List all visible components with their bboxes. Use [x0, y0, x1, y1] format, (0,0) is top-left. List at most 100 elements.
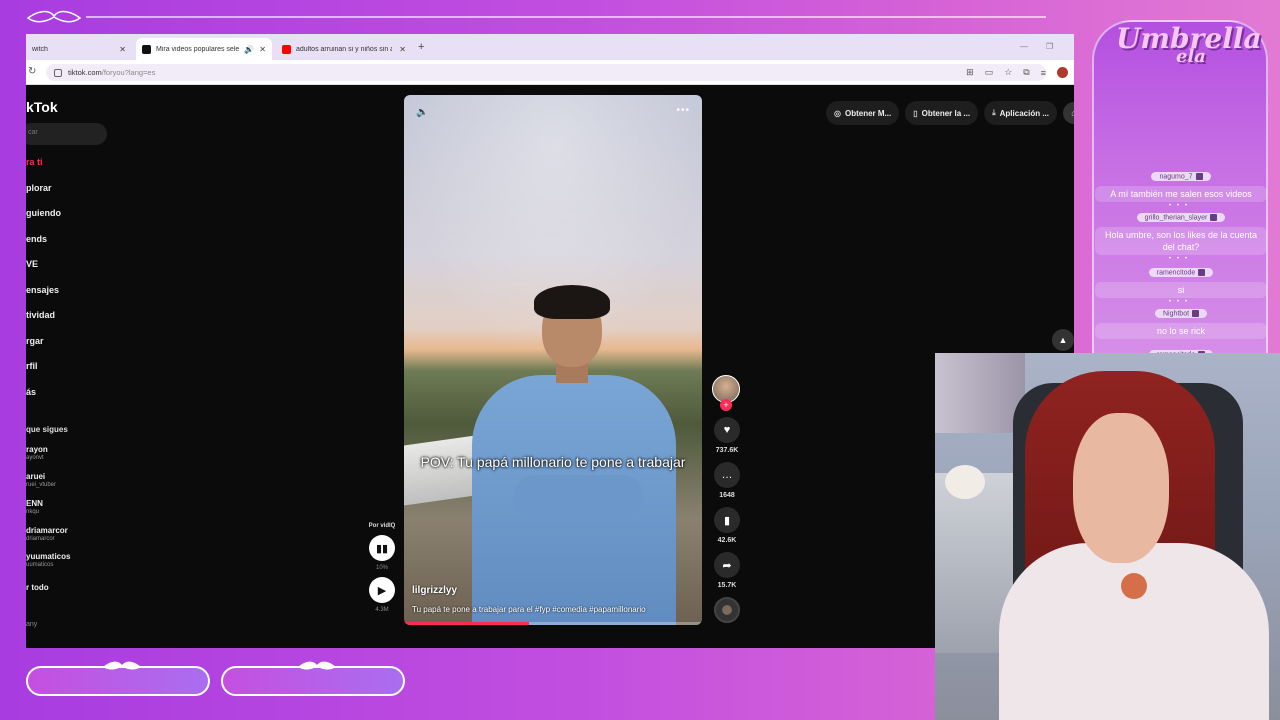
address-bar: ↻ tiktok.com/foryou?lang=es ⊞ ▭ ☆ ⧉ ≡ — [26, 60, 1074, 85]
nav-upload[interactable]: rgar — [26, 336, 44, 346]
nav-live[interactable]: VE — [26, 259, 38, 269]
get-coins-button[interactable]: ◎ Obtener M... — [826, 101, 900, 125]
badge-icon — [1198, 268, 1206, 276]
tab-label: adultos arruinan si y niños sin a — [296, 45, 392, 53]
chat-username: nagumo_7 — [1151, 171, 1211, 181]
vidiq-views: 4.3M — [375, 607, 389, 613]
button-label: Obtener M... — [844, 108, 892, 118]
close-icon[interactable]: ✕ — [399, 45, 406, 54]
maximize-icon[interactable]: ❐ — [1046, 42, 1053, 51]
following-accounts-title: que sigues — [26, 425, 68, 434]
tab-youtube[interactable]: adultos arruinan si y niños sin a ✕ — [276, 38, 412, 60]
nav-explore[interactable]: plorar — [26, 183, 52, 193]
save-button[interactable]: ▮ 42.6K — [709, 507, 745, 544]
share-icon: ➦ — [714, 552, 740, 578]
chat-message: Nightbot no lo se rick — [1095, 302, 1267, 339]
chat-message: nagumo_7 A mí también me salen esos vide… — [1095, 165, 1267, 209]
account-handle: uumaticos — [26, 562, 54, 568]
webcam-streamer-body — [999, 543, 1269, 720]
video-progress-bar[interactable] — [404, 622, 702, 625]
url-input[interactable]: tiktok.com/foryou?lang=es — [46, 64, 1046, 81]
webcam-feed — [935, 353, 1280, 720]
nav-for-you[interactable]: ra ti — [26, 157, 43, 167]
follow-plus-icon[interactable]: + — [720, 399, 732, 411]
vidiq-label: Por vidIQ — [368, 523, 396, 529]
nav-following[interactable]: guiendo — [26, 208, 61, 218]
sound-disc-icon[interactable] — [714, 597, 740, 623]
nav-friends[interactable]: ends — [26, 234, 47, 244]
account-handle: ruei_vtuber — [26, 482, 57, 488]
webcam-curtain — [935, 353, 1025, 433]
company-link[interactable]: any — [26, 621, 37, 628]
chat-message: grillo_therian_slayer Hola umbre, son lo… — [1095, 206, 1267, 262]
chat-username: ramencitode — [1148, 267, 1214, 277]
vidiq-panel: Por vidIQ ▮▮ 10% ▶ 4.3M — [362, 523, 402, 613]
volume-icon[interactable]: 🔈 — [416, 107, 428, 118]
comment-button[interactable]: … 1648 — [709, 462, 745, 499]
tab-tiktok[interactable]: Mira videos populares sele 🔊 ✕ — [136, 38, 272, 60]
minimize-icon[interactable]: — — [1020, 42, 1028, 51]
chevron-up-icon[interactable]: ▲ — [1052, 329, 1074, 351]
nav-messages[interactable]: ensajes — [26, 285, 59, 295]
tab-twitch[interactable]: witch ✕ — [26, 38, 132, 60]
see-all-link[interactable]: r todo — [26, 583, 49, 592]
following-account[interactable]: rayon ayonvt — [26, 445, 48, 461]
user-avatar[interactable]: ⌂ — [1062, 102, 1074, 124]
save-count: 42.6K — [717, 537, 737, 544]
tab-bar: witch ✕ Mira videos populares sele 🔊 ✕ a… — [26, 34, 1074, 60]
bottom-banner-right — [221, 661, 405, 696]
username-text: Nightbot — [1162, 310, 1190, 317]
chat-text: no lo se rick — [1095, 323, 1267, 339]
username-text: nagumo_7 — [1159, 173, 1193, 180]
url-path: /foryou?lang=es — [101, 68, 156, 77]
webcam-pendant — [1121, 573, 1147, 599]
video-player[interactable]: 🔈 ••• POV: Tu papá millonario te pone a … — [404, 95, 702, 625]
speaker-icon[interactable]: 🔊 — [244, 45, 254, 54]
badge-icon — [1210, 213, 1218, 221]
tab-label: Mira videos populares sele — [156, 45, 240, 53]
bookmark-star-icon[interactable]: ☆ — [1004, 67, 1012, 78]
get-app-button[interactable]: ▯ Obtener la ... — [905, 101, 979, 125]
media-icon[interactable]: ≡ — [1041, 68, 1046, 78]
download-icon: ⤓ — [992, 108, 996, 117]
close-icon[interactable]: ✕ — [119, 45, 126, 54]
share-button[interactable]: ➦ 15.7K — [709, 552, 745, 589]
channel-logo-sub: ela — [1176, 46, 1206, 67]
nav-profile[interactable]: rfil — [26, 361, 38, 371]
mustache-icon — [103, 661, 141, 670]
tab-label: witch — [32, 45, 48, 53]
video-person-arms — [514, 475, 644, 519]
chat-text: A mí también me salen esos videos — [1095, 186, 1267, 202]
following-account[interactable]: ENN nkqu — [26, 499, 43, 515]
search-input[interactable]: car — [26, 123, 107, 145]
like-button[interactable]: ♥ 737.6K — [709, 417, 745, 454]
new-tab-plus-icon[interactable]: + — [418, 41, 424, 53]
badge-icon — [1195, 172, 1203, 180]
cast-icon[interactable]: ▭ — [985, 67, 994, 78]
chat-text: si — [1095, 282, 1267, 298]
chat-username: Nightbot — [1154, 308, 1208, 318]
following-account[interactable]: driamarcor driamarcor — [26, 526, 68, 542]
play-icon[interactable]: ▶ — [369, 577, 395, 603]
translate-icon[interactable]: ⊞ — [966, 67, 974, 78]
desktop-app-button[interactable]: ⤓ Aplicación ... — [984, 101, 1057, 125]
reload-icon[interactable]: ↻ — [28, 66, 36, 77]
video-author[interactable]: lilgrizzlyy — [412, 585, 457, 596]
tiktok-icon — [142, 44, 151, 54]
share-count: 15.7K — [717, 582, 737, 589]
extension-icons: ⊞ ▭ ☆ ⧉ ≡ — [966, 64, 1068, 81]
more-options-icon[interactable]: ••• — [676, 105, 690, 116]
browser-window: witch ✕ Mira videos populares sele 🔊 ✕ a… — [26, 34, 1074, 648]
close-icon[interactable]: ✕ — [259, 45, 266, 54]
profile-avatar[interactable] — [1057, 67, 1068, 78]
following-account[interactable]: yuumaticos uumaticos — [26, 552, 70, 568]
tiktok-logo[interactable]: kTok — [26, 99, 58, 115]
site-info-icon[interactable] — [54, 68, 62, 77]
coin-icon: ◎ — [834, 108, 841, 118]
stats-chart-icon[interactable]: ▮▮ — [369, 535, 395, 561]
following-account[interactable]: aruei ruei_vtuber — [26, 472, 56, 488]
caption-text: POV: Tu papá millonario te pone a trabaj… — [420, 454, 686, 470]
nav-activity[interactable]: tividad — [26, 310, 55, 320]
extensions-puzzle-icon[interactable]: ⧉ — [1023, 67, 1029, 78]
nav-more[interactable]: ás — [26, 387, 36, 397]
